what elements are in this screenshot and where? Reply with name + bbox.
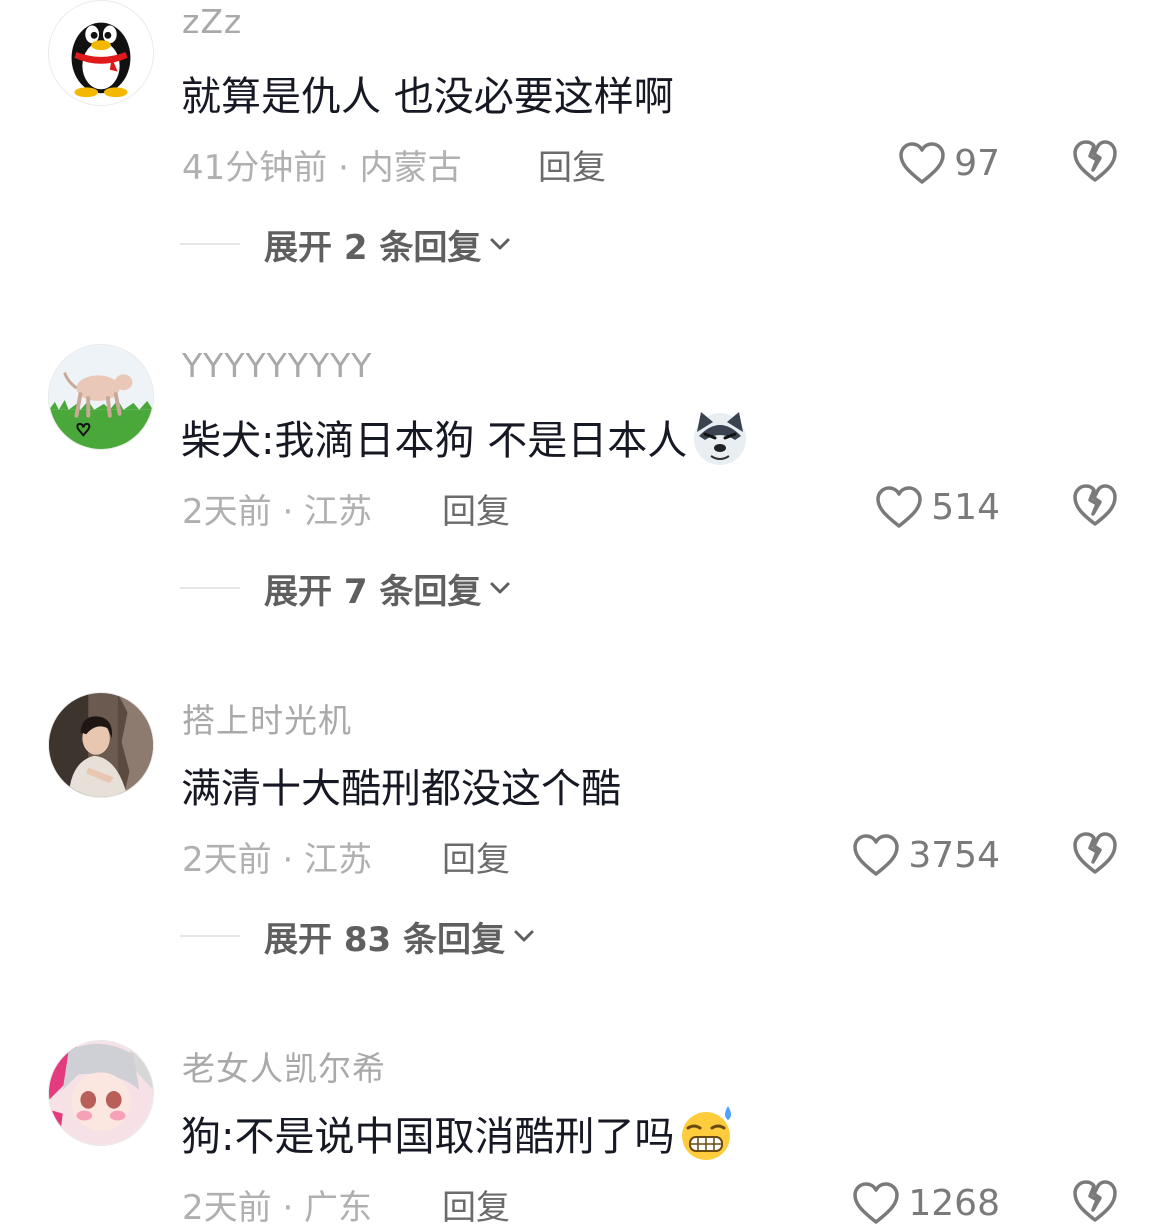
comment-item: 搭上时光机 满清十大酷刑都没这个酷 2天前 · 江苏 回复 3754 展开 83…	[0, 692, 1170, 1040]
broken-heart-icon	[1073, 1180, 1117, 1222]
dislike-button[interactable]	[1072, 830, 1118, 876]
dislike-button[interactable]	[1072, 138, 1118, 184]
username[interactable]: 老女人凯尔希	[182, 1042, 386, 1090]
dislike-button[interactable]	[1072, 482, 1118, 528]
comment-text: 满清十大酷刑都没这个酷	[181, 756, 621, 814]
like-count: 3754	[908, 834, 1000, 876]
comment-meta: 2天前 · 广东	[182, 1188, 373, 1228]
comment-meta: 2天前 · 江苏	[182, 840, 373, 880]
girl-photo-icon	[49, 693, 153, 797]
username[interactable]: 搭上时光机	[182, 694, 352, 742]
expand-replies-label: 展开 2 条回复	[264, 227, 482, 268]
dog-drawing-icon	[49, 345, 153, 449]
expand-replies-button[interactable]: 展开 7 条回复	[180, 566, 513, 612]
like-button[interactable]: 97	[898, 138, 1000, 188]
broken-heart-icon	[1073, 140, 1117, 182]
like-button[interactable]: 3754	[852, 830, 1000, 880]
grimace-sweat-emoji-icon	[678, 1104, 736, 1162]
avatar[interactable]	[48, 0, 154, 106]
heart-icon	[853, 834, 900, 876]
comment-meta: 2天前 · 江苏	[182, 492, 373, 532]
divider-line	[180, 935, 240, 937]
avatar[interactable]	[48, 1040, 154, 1146]
avatar[interactable]	[48, 692, 154, 798]
comment-text-content: 柴犬:我滴日本狗 不是日本人	[181, 418, 688, 464]
reply-button[interactable]: 回复	[442, 1180, 510, 1229]
username[interactable]: YYYYYYYYY	[182, 346, 372, 385]
husky-emoji-icon	[691, 408, 749, 466]
comment-item: YYYYYYYYY 柴犬:我滴日本狗 不是日本人 2天前 · 江苏 回复 514	[0, 344, 1170, 692]
like-button[interactable]: 514	[875, 482, 1000, 532]
comment-text-content: 就算是仇人 也没必要这样啊	[181, 74, 674, 120]
like-count: 514	[931, 486, 1000, 528]
reply-button[interactable]: 回复	[442, 484, 510, 533]
comment-text-content: 满清十大酷刑都没这个酷	[181, 766, 621, 812]
like-count: 97	[954, 142, 1000, 184]
username[interactable]: zZz	[182, 2, 242, 41]
broken-heart-icon	[1073, 484, 1117, 526]
avatar[interactable]	[48, 344, 154, 450]
broken-heart-icon	[1073, 832, 1117, 874]
expand-replies-label: 展开 7 条回复	[264, 571, 482, 612]
comment-text: 狗:不是说中国取消酷刑了吗	[181, 1104, 736, 1162]
expand-replies-label: 展开 83 条回复	[264, 919, 505, 960]
comment-item: 老女人凯尔希 狗:不是说中国取消酷刑了吗 2天前 · 广东 回复 1268	[0, 1040, 1170, 1231]
heart-icon	[876, 486, 923, 528]
reply-button[interactable]: 回复	[538, 140, 606, 189]
heart-icon	[853, 1182, 900, 1224]
chevron-down-icon	[490, 582, 510, 594]
heart-icon	[899, 142, 945, 184]
like-count: 1268	[908, 1182, 1000, 1224]
divider-line	[180, 587, 240, 589]
expand-replies-button[interactable]: 展开 83 条回复	[180, 914, 537, 960]
comment-text-content: 狗:不是说中国取消酷刑了吗	[181, 1114, 675, 1160]
comment-meta: 41分钟前 · 内蒙古	[182, 148, 462, 188]
anime-character-icon	[49, 1041, 153, 1145]
divider-line	[180, 243, 240, 245]
chevron-down-icon	[514, 930, 534, 942]
qq-penguin-icon	[49, 1, 153, 105]
expand-replies-button[interactable]: 展开 2 条回复	[180, 222, 513, 268]
chevron-down-icon	[490, 238, 510, 250]
like-button[interactable]: 1268	[852, 1178, 1000, 1228]
dislike-button[interactable]	[1072, 1178, 1118, 1224]
comment-text: 柴犬:我滴日本狗 不是日本人	[181, 408, 749, 466]
reply-button[interactable]: 回复	[442, 832, 510, 881]
comment-item: zZz 就算是仇人 也没必要这样啊 41分钟前 · 内蒙古 回复 97 展开 2…	[0, 0, 1170, 348]
comment-text: 就算是仇人 也没必要这样啊	[181, 64, 674, 122]
